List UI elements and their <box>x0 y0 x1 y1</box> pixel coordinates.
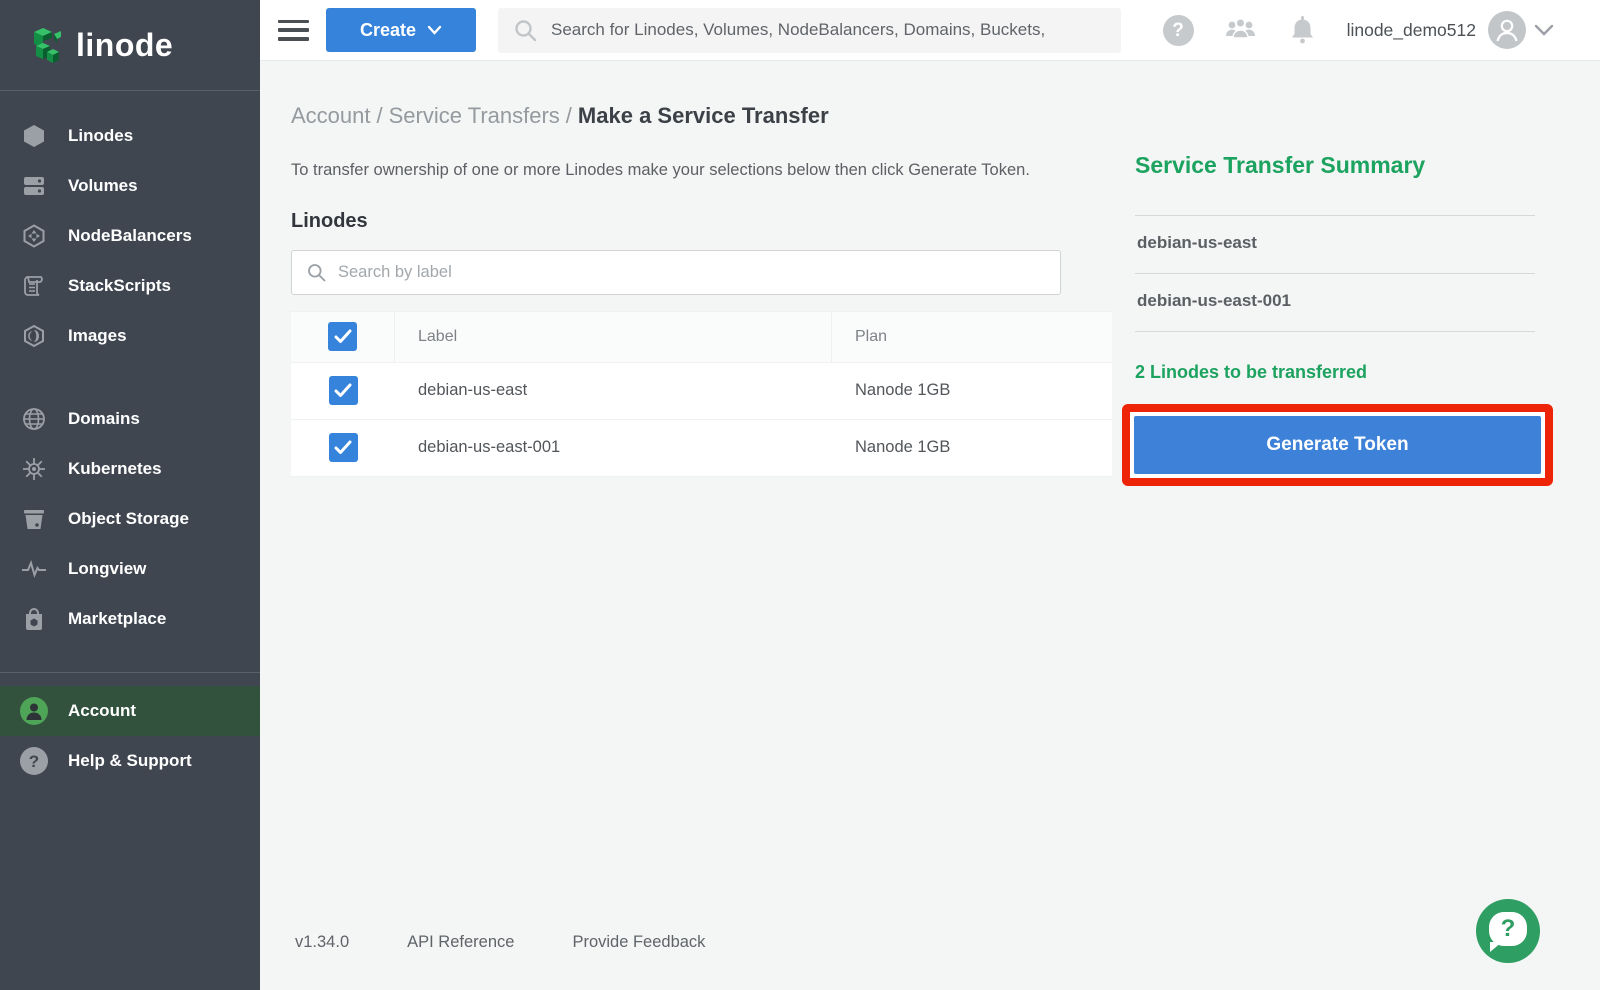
linode-logo[interactable]: linode <box>0 0 260 91</box>
label-filter <box>291 250 1061 295</box>
help-chat-button[interactable]: ? <box>1476 899 1540 963</box>
red-highlight-annotation: Generate Token <box>1122 404 1553 486</box>
row-checkbox[interactable] <box>329 376 358 405</box>
breadcrumb-service-transfers[interactable]: Service Transfers <box>389 103 560 128</box>
sidebar-item-images[interactable]: Images <box>0 311 260 361</box>
row-checkbox[interactable] <box>329 433 358 462</box>
chevron-down-icon <box>427 25 442 35</box>
topbar: Create ? <box>260 0 1600 61</box>
main-content: Account/Service Transfers/Make a Service… <box>260 61 1600 990</box>
summary-item: debian-us-east <box>1135 216 1535 274</box>
nodebalancer-icon <box>20 222 48 250</box>
label-filter-input[interactable] <box>338 263 1060 282</box>
version-link[interactable]: v1.34.0 <box>295 933 349 952</box>
notifications-bell-icon[interactable] <box>1289 15 1316 45</box>
breadcrumb: Account/Service Transfers/Make a Service… <box>260 61 1600 129</box>
global-search-input[interactable] <box>551 20 1121 40</box>
page-description: To transfer ownership of one or more Lin… <box>291 158 1096 184</box>
help-circle-icon[interactable]: ? <box>1163 15 1194 46</box>
volumes-icon <box>20 172 48 200</box>
provide-feedback-link[interactable]: Provide Feedback <box>572 933 705 952</box>
community-icon[interactable] <box>1222 16 1259 44</box>
sidebar-item-stackscripts[interactable]: StackScripts <box>0 261 260 311</box>
chat-bubble-icon: ? <box>1489 912 1527 946</box>
summary-item: debian-us-east-001 <box>1135 274 1535 332</box>
row-plan: Nanode 1GB <box>832 363 1112 419</box>
column-header-plan[interactable]: Plan <box>832 312 1112 362</box>
search-icon <box>306 262 327 283</box>
table-row: debian-us-east Nanode 1GB <box>291 363 1112 420</box>
sidebar-item-volumes[interactable]: Volumes <box>0 161 260 211</box>
sidebar-item-object-storage[interactable]: Object Storage <box>0 494 260 544</box>
shopping-bag-icon <box>20 605 48 633</box>
row-label: debian-us-east-001 <box>395 420 832 476</box>
sidebar-item-kubernetes[interactable]: Kubernetes <box>0 444 260 494</box>
account-chevron-down-icon[interactable] <box>1534 24 1554 36</box>
row-plan: Nanode 1GB <box>832 420 1112 476</box>
sidebar-divider <box>0 672 260 673</box>
stackscript-icon <box>20 272 48 300</box>
bucket-icon <box>20 505 48 533</box>
avatar[interactable] <box>1488 11 1526 49</box>
account-icon <box>20 697 48 725</box>
globe-icon <box>20 405 48 433</box>
transfer-count: 2 Linodes to be transferred <box>1135 362 1535 383</box>
table-header-row: Label Plan <box>291 311 1112 363</box>
sidebar-item-domains[interactable]: Domains <box>0 394 260 444</box>
sidebar: linode Linodes Volumes <box>0 0 260 990</box>
breadcrumb-account[interactable]: Account <box>291 103 371 128</box>
images-icon <box>20 322 48 350</box>
global-search <box>498 8 1121 53</box>
linode-logo-icon <box>30 26 64 64</box>
linode-icon <box>20 122 48 150</box>
linodes-table: Label Plan debian-us-east Nanode 1GB <box>291 311 1112 477</box>
sidebar-item-longview[interactable]: Longview <box>0 544 260 594</box>
hamburger-menu-icon[interactable] <box>278 20 309 41</box>
kubernetes-icon <box>20 455 48 483</box>
sidebar-item-linodes[interactable]: Linodes <box>0 111 260 161</box>
summary-title: Service Transfer Summary <box>1135 152 1535 179</box>
search-icon <box>513 18 538 43</box>
sidebar-item-marketplace[interactable]: Marketplace <box>0 594 260 644</box>
username[interactable]: linode_demo512 <box>1347 20 1476 41</box>
sidebar-item-help-support[interactable]: ? Help & Support <box>0 736 260 786</box>
api-reference-link[interactable]: API Reference <box>407 933 514 952</box>
sidebar-nav: Linodes Volumes NodeBalance <box>0 91 260 786</box>
help-icon: ? <box>20 747 48 775</box>
page-title: Make a Service Transfer <box>578 103 829 128</box>
row-label: debian-us-east <box>395 363 832 419</box>
generate-token-button[interactable]: Generate Token <box>1134 416 1541 474</box>
service-transfer-summary: Service Transfer Summary debian-us-east … <box>1135 152 1535 486</box>
pulse-icon <box>20 555 48 583</box>
footer: v1.34.0 API Reference Provide Feedback <box>295 933 705 952</box>
select-all-checkbox[interactable] <box>328 322 357 351</box>
sidebar-item-account[interactable]: Account <box>0 686 260 736</box>
create-button[interactable]: Create <box>326 8 476 52</box>
logo-text: linode <box>76 27 173 64</box>
table-row: debian-us-east-001 Nanode 1GB <box>291 420 1112 477</box>
column-header-label[interactable]: Label <box>395 312 832 362</box>
sidebar-item-nodebalancers[interactable]: NodeBalancers <box>0 211 260 261</box>
